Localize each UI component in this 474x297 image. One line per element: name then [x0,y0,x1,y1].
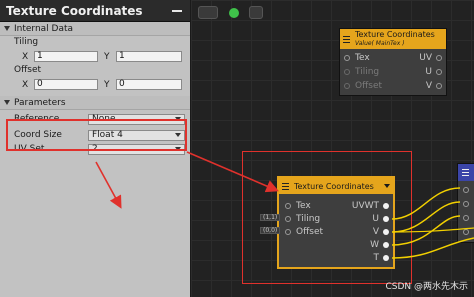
highlight-box-parameters [6,119,187,151]
tiling-label: Tiling [14,37,39,47]
watermark: CSDN @两水先木示 [385,282,468,292]
node-top-output-v[interactable]: V [426,79,442,92]
input-port-icon[interactable] [344,54,350,61]
section-parameters-label: Parameters [14,97,66,108]
section-internal-data-label: Internal Data [14,23,74,34]
menu-icon[interactable] [462,169,469,176]
collapse-triangle-icon[interactable] [4,26,10,31]
minimize-icon[interactable] [172,9,182,12]
node-top-subtitle: Value( MainTex ) [355,40,405,47]
node-top-input-tiling[interactable]: Tiling [344,65,379,78]
live-mode-icon[interactable] [229,8,239,18]
toolbar-option-button[interactable] [249,6,263,19]
section-internal-data[interactable]: Internal Data [0,22,190,36]
output-port-icon[interactable] [436,82,442,89]
tiling-y-axis-label: Y [104,51,110,62]
node-partial-right[interactable] [457,163,474,243]
highlight-box-node [242,151,412,284]
offset-label: Offset [14,65,42,75]
output-port-icon[interactable] [436,68,442,75]
offset-y-axis-label: Y [104,79,110,90]
node-top-output-uv-label: UV [419,52,432,63]
offset-x-axis-label: X [22,79,29,90]
node-top-output-uv[interactable]: UV [419,51,442,64]
offset-x-field[interactable]: 0 [34,79,98,90]
input-port-icon[interactable] [463,187,469,193]
node-top-input-offset[interactable]: Offset [344,79,382,92]
node-top-input-tiling-label: Tiling [355,66,380,77]
tiling-x-field[interactable]: 1 [34,51,98,62]
inspector-title-bar: Texture Coordinates [0,0,190,22]
input-port-icon[interactable] [344,82,350,89]
tiling-row: X 1 Y 1 [0,49,190,64]
tiling-y-field[interactable]: 1 [116,51,182,62]
node-top-output-v-label: V [425,80,432,91]
node-top-input-tex-label: Tex [355,52,370,63]
offset-row: X 0 Y 0 [0,77,190,92]
node-top-title: Texture Coordinates [355,30,435,39]
section-parameters[interactable]: Parameters [0,96,190,110]
input-port-icon[interactable] [463,215,469,221]
inspector-panel: Texture Coordinates Internal Data Tiling… [0,0,191,297]
collapse-triangle-icon[interactable] [4,100,10,105]
output-port-icon[interactable] [436,54,442,61]
node-texture-coordinates-top[interactable]: Texture Coordinates Value( MainTex ) Tex… [339,28,447,96]
input-port-icon[interactable] [344,68,350,75]
menu-icon[interactable] [343,35,350,43]
offset-y-field[interactable]: 0 [116,79,182,90]
node-top-input-tex[interactable]: Tex [344,51,370,64]
node-top-output-u[interactable]: U [425,65,442,78]
node-top-header[interactable]: Texture Coordinates Value( MainTex ) [340,29,446,49]
input-port-icon[interactable] [463,201,469,207]
tiling-x-axis-label: X [22,51,29,62]
inspector-title: Texture Coordinates [6,3,143,18]
node-top-input-offset-label: Offset [355,80,383,91]
node-partial-header[interactable] [458,164,474,181]
toolbar-toggle-button[interactable] [198,6,218,19]
input-port-icon[interactable] [463,229,469,235]
node-top-output-u-label: U [425,66,432,77]
